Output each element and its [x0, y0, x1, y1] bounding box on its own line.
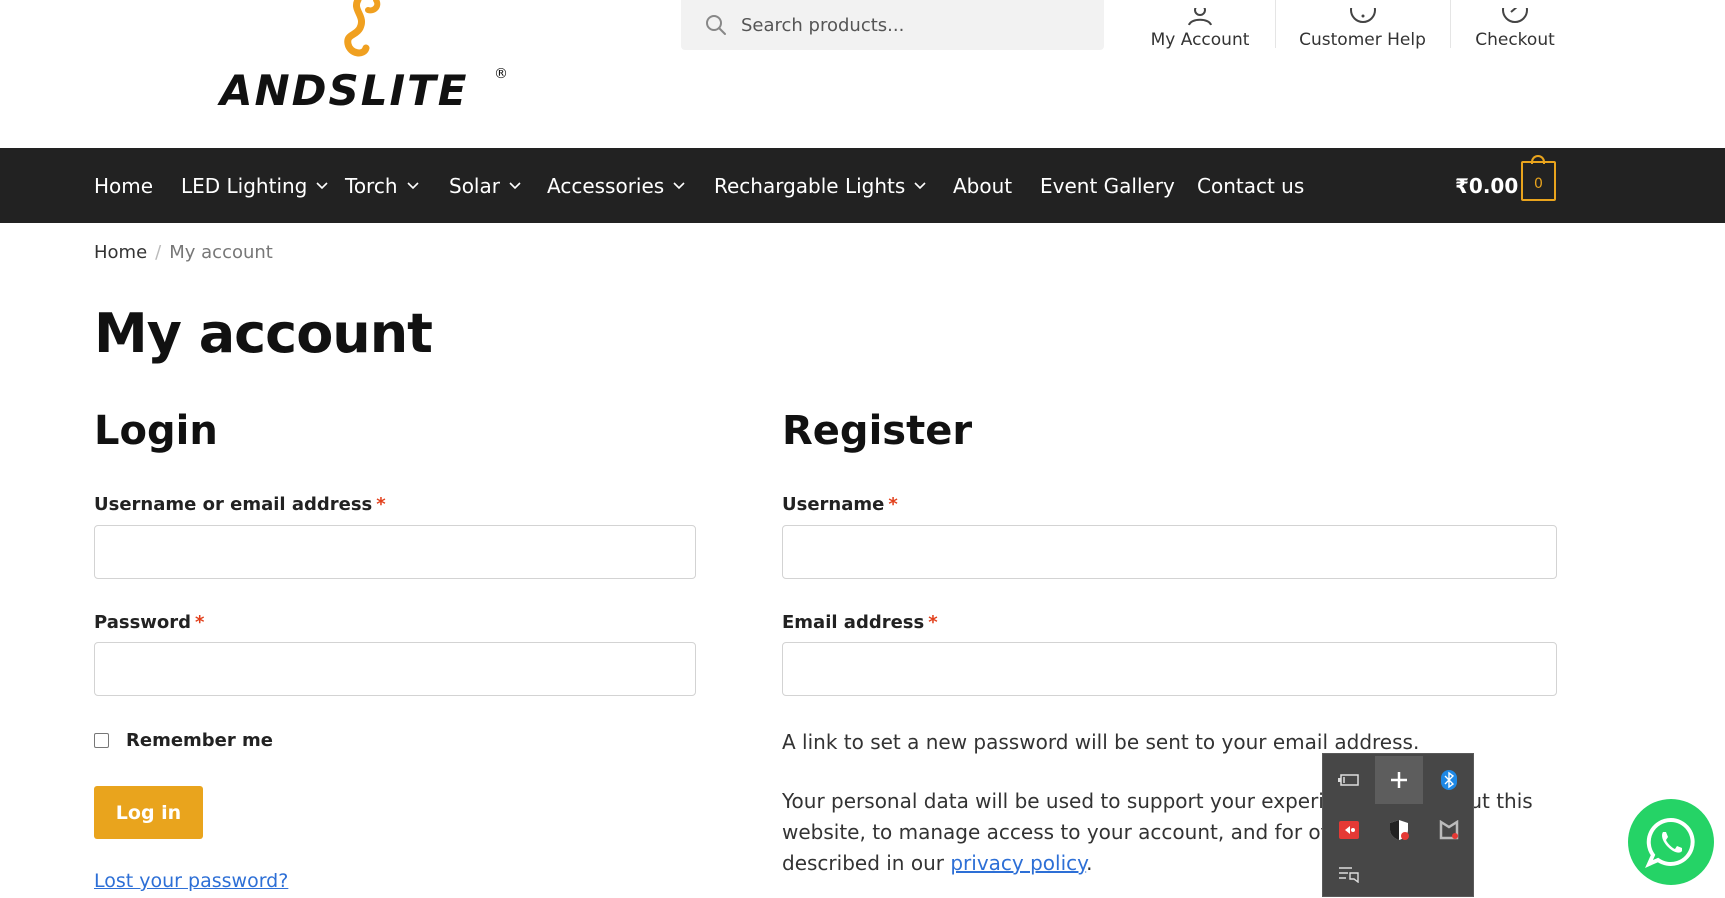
brand-registered-mark: ®: [494, 66, 508, 82]
checkout-icon: [1502, 8, 1528, 23]
search-icon: [706, 15, 726, 35]
mcafee-icon[interactable]: [1425, 806, 1473, 854]
nav-label: Accessories: [547, 173, 665, 198]
main-navigation: Home LED Lighting Torch Solar Accessorie…: [0, 148, 1725, 223]
label-text: Username: [782, 494, 885, 515]
nav-item-home[interactable]: Home: [94, 148, 153, 223]
nav-item-solar[interactable]: Solar: [449, 148, 521, 223]
battery-icon[interactable]: [1325, 756, 1373, 804]
page-title: My account: [94, 302, 433, 365]
add-icon[interactable]: [1375, 756, 1423, 804]
register-email-label: Email address *: [782, 612, 938, 633]
header-link-label: My Account: [1150, 30, 1250, 50]
system-tray-overflow: [1322, 753, 1474, 897]
nav-item-torch[interactable]: Torch: [345, 148, 419, 223]
nav-label: Event Gallery: [1040, 173, 1175, 198]
remember-me[interactable]: Remember me: [94, 730, 273, 751]
register-title: Register: [782, 408, 973, 454]
required-mark: *: [195, 612, 205, 633]
chevron-down-icon: [316, 181, 328, 189]
cart-total[interactable]: ₹0.00: [1455, 148, 1518, 223]
nav-item-contact-us[interactable]: Contact us: [1197, 148, 1304, 223]
header-link-my-account[interactable]: My Account: [1140, 0, 1260, 50]
action-center-icon[interactable]: [1325, 850, 1373, 898]
search-input[interactable]: [739, 13, 1083, 37]
required-mark: *: [928, 612, 938, 633]
cart-count-badge[interactable]: 0: [1521, 161, 1556, 201]
label-text: Password: [94, 612, 192, 633]
label-text: Username or email address: [94, 494, 373, 515]
register-username-label: Username *: [782, 494, 898, 515]
chevron-down-icon: [673, 181, 685, 189]
breadcrumb: Home / My account: [94, 242, 273, 263]
brand-logo[interactable]: ANDSLITE: [220, 66, 469, 115]
chevron-down-icon: [509, 181, 521, 189]
privacy-policy-link[interactable]: privacy policy: [950, 851, 1086, 875]
help-icon: [1349, 8, 1376, 23]
header-link-label: Checkout: [1475, 30, 1555, 50]
nav-label: Rechargable Lights: [714, 173, 906, 198]
whatsapp-chat-button[interactable]: [1628, 799, 1714, 885]
nav-item-about[interactable]: About: [953, 148, 1012, 223]
product-search[interactable]: [681, 0, 1104, 50]
register-username-field[interactable]: [782, 525, 1557, 579]
bluetooth-icon[interactable]: [1425, 756, 1473, 804]
login-username-field[interactable]: [94, 525, 696, 579]
login-button[interactable]: Log in: [94, 786, 203, 839]
logo-flame-icon: [344, 0, 381, 57]
site-header: ANDSLITE ® My Account Customer Help Chec…: [0, 0, 1725, 148]
nav-label: LED Lighting: [181, 173, 308, 198]
nav-label: Contact us: [1197, 173, 1305, 198]
nav-label: Solar: [449, 173, 500, 198]
nav-item-event-gallery[interactable]: Event Gallery: [1040, 148, 1175, 223]
register-email-field[interactable]: [782, 642, 1557, 696]
header-divider: [1450, 0, 1451, 48]
whatsapp-icon: [1645, 817, 1695, 868]
screen-record-icon[interactable]: [1325, 806, 1373, 854]
lost-password-link[interactable]: Lost your password?: [94, 870, 288, 892]
nav-item-rechargable-lights[interactable]: Rechargable Lights: [714, 148, 926, 223]
nav-label: About: [953, 173, 1013, 198]
chevron-down-icon: [914, 181, 926, 189]
nav-item-led-lighting[interactable]: LED Lighting: [181, 148, 328, 223]
nav-label: Home: [94, 173, 154, 198]
required-mark: *: [888, 494, 898, 515]
user-icon: [1188, 8, 1212, 26]
label-text: Email address: [782, 612, 925, 633]
remember-me-label: Remember me: [126, 730, 273, 751]
password-link-note: A link to set a new password will be sen…: [782, 730, 1420, 754]
login-username-label: Username or email address *: [94, 494, 386, 515]
login-password-label: Password *: [94, 612, 204, 633]
nav-item-accessories[interactable]: Accessories: [547, 148, 685, 223]
header-divider: [1275, 0, 1276, 48]
security-shield-icon[interactable]: [1375, 806, 1423, 854]
login-title: Login: [94, 408, 218, 454]
nav-label: Torch: [345, 173, 398, 198]
breadcrumb-separator: /: [155, 242, 162, 263]
breadcrumb-current: My account: [169, 242, 273, 263]
header-link-label: Customer Help: [1299, 30, 1426, 50]
required-mark: *: [376, 494, 386, 515]
header-link-customer-help[interactable]: Customer Help: [1290, 0, 1435, 50]
breadcrumb-home[interactable]: Home: [94, 242, 147, 263]
header-link-checkout[interactable]: Checkout: [1465, 0, 1565, 50]
chevron-down-icon: [406, 181, 419, 189]
remember-me-checkbox[interactable]: [94, 733, 109, 748]
privacy-suffix: .: [1086, 851, 1093, 875]
login-password-field[interactable]: [94, 642, 696, 696]
